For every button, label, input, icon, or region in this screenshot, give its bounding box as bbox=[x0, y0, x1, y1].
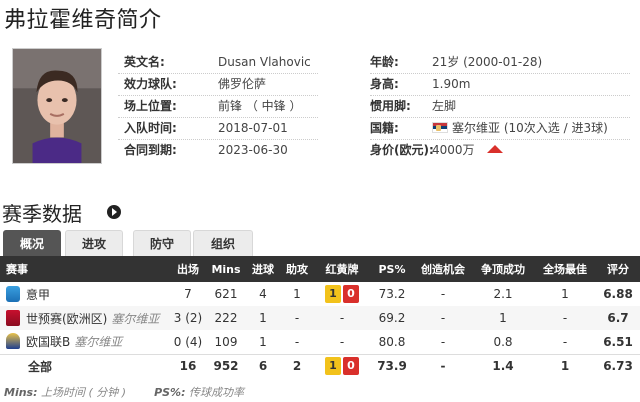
arrow-right-icon[interactable] bbox=[107, 205, 121, 219]
market-value: 4000万 bbox=[432, 143, 475, 157]
tab-overview[interactable]: 概况 bbox=[3, 230, 61, 256]
col-chances: 创造机会 bbox=[414, 256, 472, 282]
serbia-flag-icon bbox=[432, 122, 448, 133]
season-stats-title: 赛季数据 bbox=[2, 202, 82, 226]
team-name[interactable]: 塞尔维亚 bbox=[111, 312, 159, 326]
competition-name[interactable]: 欧国联B bbox=[26, 335, 70, 349]
rating: 6.7 bbox=[596, 306, 640, 330]
table-row: 意甲 7 621 4 1 10 73.2 - 2.1 1 6.88 bbox=[0, 282, 640, 306]
nationality-value[interactable]: 塞尔维亚 (10次入选 / 进3球) bbox=[452, 121, 608, 135]
team-name[interactable]: 塞尔维亚 bbox=[74, 335, 122, 349]
col-assists: 助攻 bbox=[280, 256, 314, 282]
col-mins: Mins bbox=[206, 256, 246, 282]
col-pass-pct: PS% bbox=[370, 256, 414, 282]
col-aerials: 争顶成功 bbox=[472, 256, 534, 282]
col-competition: 赛事 bbox=[0, 256, 170, 282]
col-cards: 红黄牌 bbox=[314, 256, 370, 282]
table-row: 世预赛(欧洲区) 塞尔维亚 3 (2) 222 1 - - 69.2 - 1 - … bbox=[0, 306, 640, 330]
rating: 6.51 bbox=[603, 334, 633, 349]
player-photo bbox=[12, 48, 102, 164]
tab-organization[interactable]: 组织 bbox=[193, 230, 253, 256]
info-club: 效力球队: 佛罗伦萨 bbox=[124, 77, 267, 91]
tab-defense[interactable]: 防守 bbox=[133, 230, 191, 256]
info-contract-end: 合同到期: 2023-06-30 bbox=[124, 143, 288, 157]
page-title: 弗拉霍维奇简介 bbox=[4, 8, 162, 33]
col-motm: 全场最佳 bbox=[534, 256, 596, 282]
wc-qualifier-icon bbox=[6, 309, 20, 326]
serie-a-icon bbox=[6, 285, 20, 302]
table-footnote: Mins: 上场时间 ( 分钟 ) PS%: 传球成功率 bbox=[4, 386, 244, 399]
col-apps: 出场 bbox=[170, 256, 206, 282]
rating: 6.73 bbox=[596, 353, 640, 378]
yellow-card: 1 bbox=[325, 285, 341, 303]
info-english-name: 英文名: Dusan Vlahovic bbox=[124, 55, 311, 69]
nations-league-icon bbox=[6, 333, 20, 350]
table-row: 欧国联B 塞尔维亚 0 (4) 109 1 - - 80.8 - 0.8 - 6.… bbox=[0, 330, 640, 354]
col-rating: 评分 bbox=[596, 256, 640, 282]
info-position: 场上位置: 前锋 （ 中锋 ） bbox=[124, 99, 302, 113]
table-row-total: 全部 16 952 6 2 10 73.9 - 1.4 1 6.73 bbox=[0, 353, 640, 378]
player-profile: 英文名: Dusan Vlahovic 效力球队: 佛罗伦萨 场上位置: 前锋 … bbox=[0, 40, 640, 170]
rating: 6.88 bbox=[603, 287, 633, 301]
info-height: 身高: 1.90m bbox=[370, 77, 471, 91]
competition-name[interactable]: 世预赛(欧洲区) bbox=[26, 312, 107, 326]
info-market-value: 身价(欧元): 4000万 bbox=[370, 139, 503, 161]
stats-table: 赛事 出场 Mins 进球 助攻 红黄牌 PS% 创造机会 争顶成功 全场最佳 … bbox=[0, 256, 640, 378]
tab-attack[interactable]: 进攻 bbox=[65, 230, 123, 256]
info-nationality: 国籍: 塞尔维亚 (10次入选 / 进3球) bbox=[370, 121, 608, 135]
col-goals: 进球 bbox=[246, 256, 280, 282]
info-join-date: 入队时间: 2018-07-01 bbox=[124, 121, 288, 135]
red-card: 0 bbox=[343, 357, 359, 376]
competition-name[interactable]: 意甲 bbox=[26, 288, 50, 302]
yellow-card: 1 bbox=[325, 357, 341, 376]
red-card: 0 bbox=[343, 285, 359, 303]
info-foot: 惯用脚: 左脚 bbox=[370, 99, 457, 113]
info-age: 年龄: 21岁 (2000-01-28) bbox=[370, 55, 543, 69]
up-arrow-icon bbox=[486, 145, 503, 153]
